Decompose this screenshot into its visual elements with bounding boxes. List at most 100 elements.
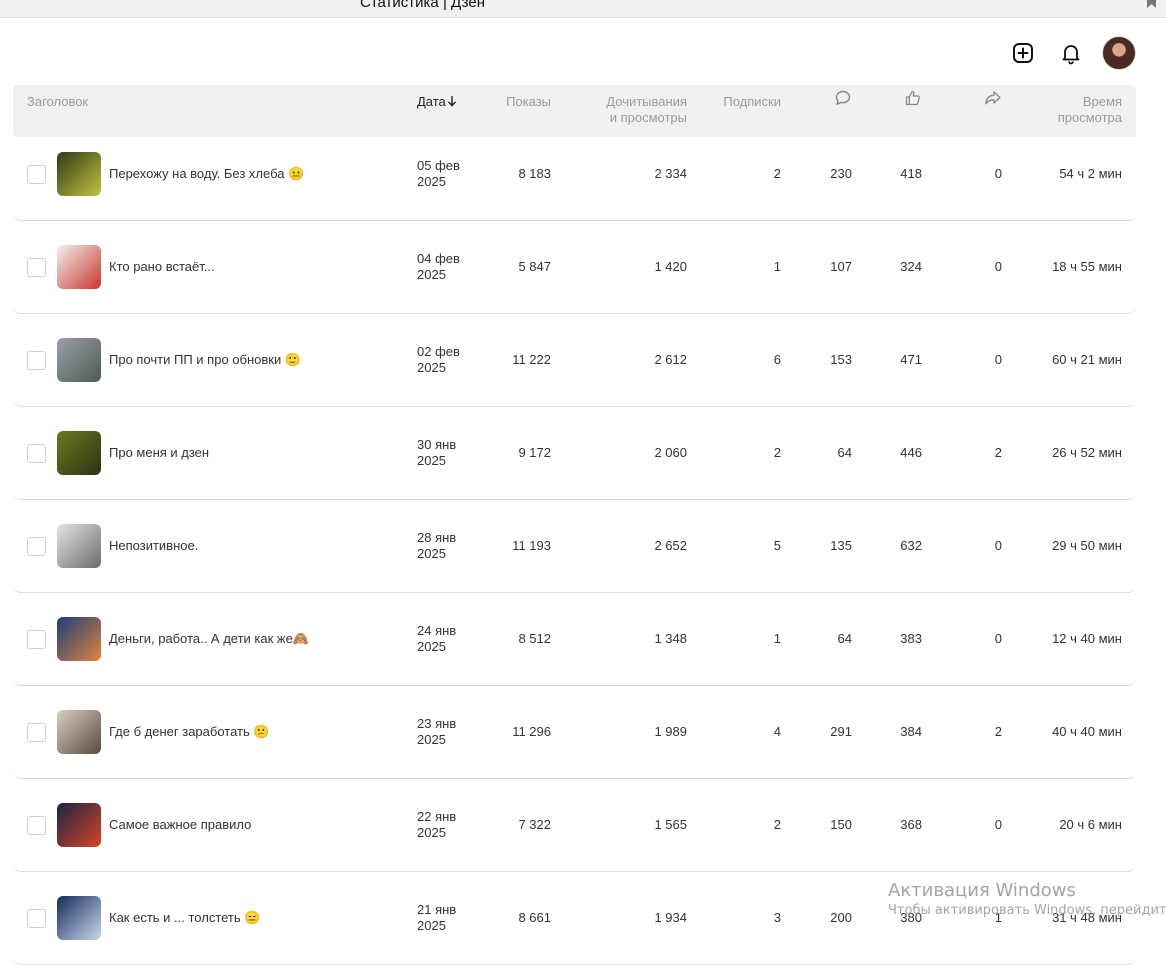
article-date: 28 янв 2025 <box>417 530 456 562</box>
article-date-day: 21 янв <box>417 902 457 917</box>
subscriptions-value: 3 <box>773 910 781 925</box>
row-checkbox[interactable] <box>27 816 46 835</box>
subscriptions-value: 2 <box>773 817 781 832</box>
article-date-year: 2025 <box>417 360 446 375</box>
share-icon <box>985 91 1001 105</box>
article-date-year: 2025 <box>417 453 446 468</box>
add-content-button[interactable] <box>1006 36 1040 70</box>
article-thumbnail[interactable] <box>57 524 101 568</box>
table-row[interactable]: Перехожу на воду. Без хлеба 😐 05 фев 2025 8… <box>13 137 1136 221</box>
article-thumbnail[interactable] <box>57 152 101 196</box>
avatar[interactable] <box>1102 36 1136 70</box>
article-date-year: 2025 <box>417 546 446 561</box>
reads-value: 1 934 <box>654 910 687 925</box>
table-row[interactable]: Деньги, работа.. А дети как же🙈 24 янв 202… <box>13 593 1136 686</box>
reads-value: 1 348 <box>654 631 687 646</box>
article-thumbnail[interactable] <box>57 245 101 289</box>
article-date: 23 янв 2025 <box>417 716 456 748</box>
article-title[interactable]: Про меня и дзен <box>109 445 209 460</box>
article-title[interactable]: Кто рано встаёт... <box>109 259 215 274</box>
article-title[interactable]: Непозитивное. <box>109 538 198 553</box>
column-shares[interactable] <box>984 89 1002 110</box>
bookmark-icon[interactable] <box>1147 0 1156 8</box>
article-title[interactable]: Где б денег заработать 😕 <box>109 724 270 740</box>
column-subscriptions[interactable]: Подписки <box>723 94 781 110</box>
row-checkbox[interactable] <box>27 723 46 742</box>
article-date-year: 2025 <box>417 174 446 189</box>
likes-value: 471 <box>900 352 922 367</box>
comments-value: 200 <box>830 910 852 925</box>
reads-value: 1 989 <box>654 724 687 739</box>
row-checkbox[interactable] <box>27 444 46 463</box>
likes-value: 324 <box>900 259 922 274</box>
column-views[interactable]: Показы <box>506 94 551 110</box>
column-comments[interactable] <box>834 89 852 110</box>
article-date: 30 янв 2025 <box>417 437 456 469</box>
table-row[interactable]: Где б денег заработать 😕 23 янв 2025 11 296… <box>13 686 1136 779</box>
column-time-line1: Время <box>1082 94 1122 109</box>
table-row[interactable]: Про меня и дзен 30 янв 2025 9 172 2 060 2 64 44… <box>13 407 1136 500</box>
likes-value: 418 <box>900 166 922 181</box>
notifications-button[interactable] <box>1054 36 1088 70</box>
subscriptions-value: 2 <box>773 445 781 460</box>
views-value: 8 661 <box>518 910 551 925</box>
article-date: 22 янв 2025 <box>417 809 456 841</box>
column-watch-time[interactable]: Время просмотра <box>1058 94 1122 126</box>
column-reads[interactable]: Дочитывания и просмотры <box>606 94 687 126</box>
article-thumbnail[interactable] <box>57 338 101 382</box>
row-checkbox[interactable] <box>27 537 46 556</box>
table-header: Заголовок Дата Показы Дочитывания и просм… <box>13 85 1136 137</box>
article-title[interactable]: Самое важное правило <box>109 817 251 832</box>
shares-value: 0 <box>994 817 1002 832</box>
row-checkbox[interactable] <box>27 165 46 184</box>
table-row[interactable]: Кто рано встаёт... 04 фев 2025 5 847 1 420 1 1… <box>13 221 1136 314</box>
comments-value: 64 <box>837 445 852 460</box>
thumbs-up-icon <box>905 90 921 106</box>
column-reads-line1: Дочитывания <box>606 94 687 109</box>
comments-value: 64 <box>837 631 852 646</box>
views-value: 8 512 <box>518 631 551 646</box>
article-thumbnail[interactable] <box>57 896 101 940</box>
row-checkbox[interactable] <box>27 909 46 928</box>
top-toolbar <box>992 36 1136 70</box>
watch-time-value: 54 ч 2 мин <box>1059 166 1122 181</box>
row-checkbox[interactable] <box>27 258 46 277</box>
views-value: 8 183 <box>518 166 551 181</box>
article-thumbnail[interactable] <box>57 710 101 754</box>
shares-value: 0 <box>994 631 1002 646</box>
watch-time-value: 18 ч 55 мин <box>1052 259 1122 274</box>
article-thumbnail[interactable] <box>57 617 101 661</box>
article-date-day: 02 фев <box>417 344 460 359</box>
comments-value: 291 <box>830 724 852 739</box>
plus-square-icon <box>1013 43 1033 63</box>
table-row[interactable]: Про почти ПП и про обновки 🙂 02 фев 2025 11… <box>13 314 1136 407</box>
article-title[interactable]: Как есть и ... толстеть 😑 <box>109 910 260 926</box>
column-date[interactable]: Дата <box>417 94 457 110</box>
row-checkbox[interactable] <box>27 630 46 649</box>
watermark-line1: Активация Windows <box>888 880 1076 901</box>
likes-value: 383 <box>900 631 922 646</box>
likes-value: 632 <box>900 538 922 553</box>
comments-value: 153 <box>830 352 852 367</box>
column-likes[interactable] <box>904 89 922 110</box>
article-date-year: 2025 <box>417 732 446 747</box>
article-thumbnail[interactable] <box>57 803 101 847</box>
comments-value: 150 <box>830 817 852 832</box>
article-title[interactable]: Перехожу на воду. Без хлеба 😐 <box>109 166 304 182</box>
watch-time-value: 40 ч 40 мин <box>1052 724 1122 739</box>
comments-value: 230 <box>830 166 852 181</box>
reads-value: 2 652 <box>654 538 687 553</box>
article-date-day: 30 янв <box>417 437 457 452</box>
article-thumbnail[interactable] <box>57 431 101 475</box>
watch-time-value: 26 ч 52 мин <box>1052 445 1122 460</box>
tab-title[interactable]: Статистика | Дзен <box>360 0 485 11</box>
shares-value: 0 <box>994 352 1002 367</box>
row-checkbox[interactable] <box>27 351 46 370</box>
article-title[interactable]: Про почти ПП и про обновки 🙂 <box>109 352 301 368</box>
table-row[interactable]: Самое важное правило 22 янв 2025 7 322 1 565… <box>13 779 1136 872</box>
bell-icon <box>1062 45 1080 65</box>
table-row[interactable]: Непозитивное. 28 янв 2025 11 193 2 652 5 135 63… <box>13 500 1136 593</box>
article-title[interactable]: Деньги, работа.. А дети как же🙈 <box>109 631 309 647</box>
comment-icon <box>835 90 851 105</box>
column-title[interactable]: Заголовок <box>27 94 88 110</box>
